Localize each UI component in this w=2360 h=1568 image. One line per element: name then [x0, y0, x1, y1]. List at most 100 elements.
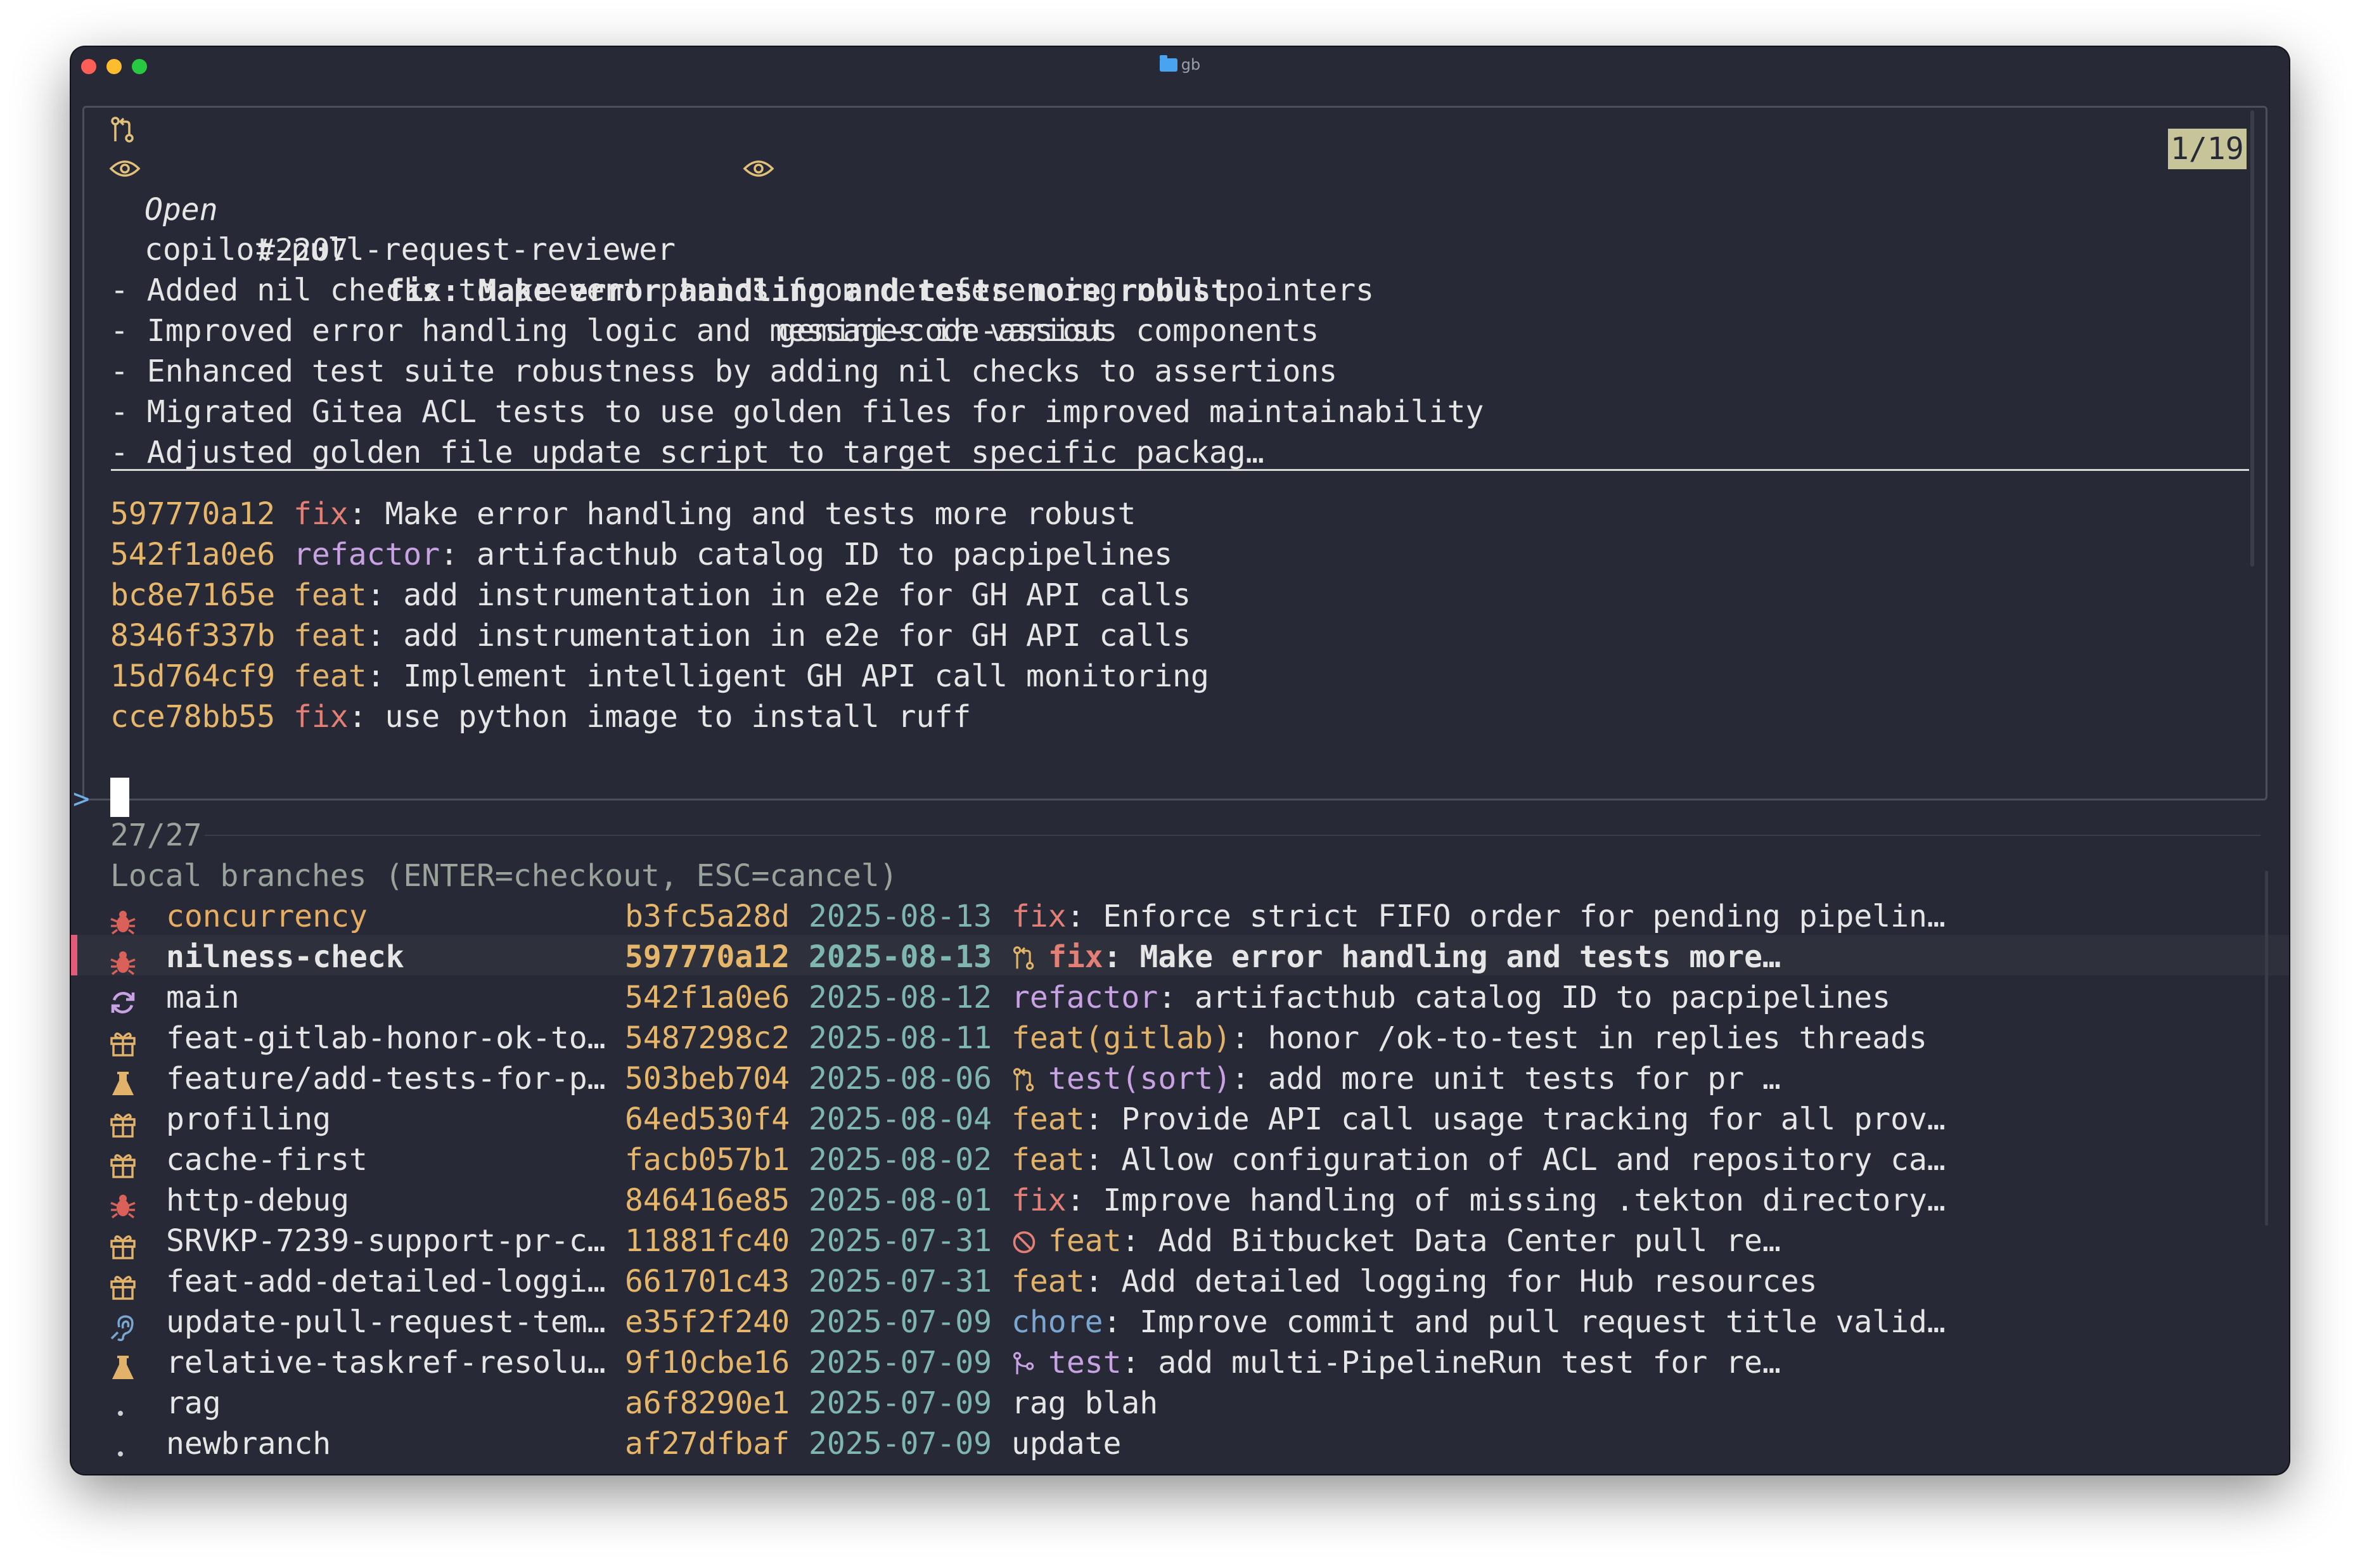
merged-icon	[1011, 1347, 1048, 1388]
branch-name: nilness-check	[166, 939, 404, 975]
bug-icon	[109, 905, 136, 935]
commit-hash: facb057b1	[625, 1142, 790, 1178]
branch-row[interactable]: feat-gitlab-honor-ok-to… 5487298c2 2025-08…	[71, 1018, 2251, 1058]
branch-name: feature/add-tests-for-p…	[166, 1061, 606, 1096]
branch-name: feat-add-detailed-loggi…	[166, 1264, 606, 1299]
branch-row[interactable]: nilness-check 597770a12 2025-08-13 fix: Mak…	[71, 937, 2251, 977]
branch-row[interactable]: rag a6f8290e1 2025-07-09 rag blah	[71, 1383, 2251, 1423]
commit-hash: 597770a12	[625, 939, 790, 975]
branch-row[interactable]: http-debug 846416e85 2025-08-01 fix: Improv…	[71, 1180, 2251, 1221]
commit-message: : Make error handling and tests more rob…	[348, 496, 1136, 532]
commit-line: 8346f337b feat: add instrumentation in e…	[110, 615, 1191, 656]
commit-message: : add instrumentation in e2e for GH API …	[366, 618, 1191, 653]
commit-date: 2025-07-09	[809, 1345, 992, 1380]
commit-hash: af27dfbaf	[625, 1426, 790, 1462]
branch-name: feat-gitlab-honor-ok-to…	[166, 1020, 606, 1056]
commit-type: chore	[1011, 1304, 1103, 1340]
commit-date: 2025-08-13	[809, 939, 992, 975]
commit-message: : Make error handling and tests more…	[1103, 939, 1781, 975]
commit-message: : artifacthub catalog ID to pacpipelines	[440, 537, 1173, 572]
commit-subject: rag blah	[1011, 1383, 1158, 1423]
branch-row[interactable]: feat-add-detailed-loggi… 661701c43 2025-07…	[71, 1261, 2251, 1302]
commit-type: feat	[1011, 1102, 1085, 1137]
eye-icon	[743, 160, 774, 177]
prompt-symbol: >	[73, 783, 90, 815]
commit-message: : honor /ok-to-test in replies threads	[1231, 1020, 1927, 1056]
branch-row[interactable]: profiling 64ed530f4 2025-08-04 feat: Provid…	[71, 1099, 2251, 1140]
eye-icon	[109, 160, 141, 177]
list-scrollbar[interactable]	[2265, 871, 2268, 1226]
flask-icon	[109, 1067, 134, 1095]
commit-date: 2025-08-12	[809, 980, 992, 1015]
commit-message: : add more unit tests for pr …	[1231, 1061, 1781, 1096]
branch-name: main	[166, 980, 240, 1015]
commit-subject: feat: Add Bitbucket Data Center pull re…	[1011, 1221, 1781, 1266]
branch-name: rag	[166, 1385, 221, 1421]
commit-date: 2025-07-09	[809, 1385, 992, 1421]
commit-hash: e35f2f240	[625, 1304, 790, 1340]
commit-hash: 661701c43	[625, 1264, 790, 1299]
commit-line: 15d764cf9 feat: Implement intelligent GH…	[110, 656, 1209, 697]
gift-icon	[109, 1148, 136, 1178]
branch-name: SRVKP-7239-support-pr-c…	[166, 1223, 606, 1259]
branch-row[interactable]: main 542f1a0e6 2025-08-12 refactor: artifac…	[71, 977, 2251, 1018]
commit-subject: feat: Provide API call usage tracking fo…	[1011, 1099, 1946, 1140]
preview-scrollbar[interactable]	[2250, 110, 2254, 567]
branch-row[interactable]: update-pull-request-tem… e35f2f240 2025-07…	[71, 1302, 2251, 1342]
closed-icon	[1011, 1226, 1048, 1266]
commit-message: : Enforce strict FIFO order for pending …	[1066, 899, 1946, 934]
folder-icon	[1159, 55, 1177, 72]
commit-subject: feat(gitlab): honor /ok-to-test in repli…	[1011, 1018, 1927, 1058]
commit-date: 2025-08-06	[809, 1061, 992, 1096]
ear-icon	[109, 1311, 134, 1342]
preview-counter: 1/19	[2168, 129, 2247, 169]
commit-line: bc8e7165e feat: add instrumentation in e…	[110, 575, 1191, 615]
commit-type: fix	[1048, 939, 1103, 975]
pr-header: Open #2207 fix: Make error handling and …	[109, 108, 1229, 309]
preview-divider	[111, 469, 2249, 471]
commit-message: rag blah	[1011, 1385, 1158, 1421]
commit-date: 2025-07-09	[809, 1426, 992, 1462]
commit-line: 542f1a0e6 refactor: artifacthub catalog …	[110, 534, 1172, 575]
commit-type: feat(gitlab)	[1011, 1020, 1231, 1056]
commit-hash: bc8e7165e	[110, 577, 276, 613]
branch-row[interactable]: cache-first facb057b1 2025-08-02 feat: Allo…	[71, 1140, 2251, 1180]
bug-icon	[109, 946, 136, 975]
pr-body-line: - Adjusted golden file update script to …	[110, 435, 1264, 470]
commit-hash: 11881fc40	[625, 1223, 790, 1259]
commit-type: feat	[1011, 1142, 1085, 1178]
commit-type: feat	[293, 659, 367, 694]
commit-hash: 64ed530f4	[625, 1102, 790, 1137]
reviewers-line: copilot-pull-request-reviewer gemini-cod…	[109, 148, 1108, 349]
pull-request-icon	[1011, 942, 1048, 982]
commit-message: : artifacthub catalog ID to pacpipelines	[1158, 980, 1891, 1015]
gift-icon	[109, 1230, 136, 1259]
bug-icon	[109, 1189, 136, 1219]
commit-type: fix	[293, 699, 349, 735]
branch-row[interactable]: relative-taskref-resolu… 9f10cbe16 2025-07…	[71, 1342, 2251, 1383]
branch-row[interactable]: feature/add-tests-for-p… 503beb704 2025-08…	[71, 1058, 2251, 1099]
refresh-icon	[109, 986, 135, 1013]
branch-row[interactable]: newbranch af27dfbaf 2025-07-09 update	[71, 1423, 2251, 1464]
search-input[interactable]	[110, 778, 129, 817]
branch-name: relative-taskref-resolu…	[166, 1345, 606, 1380]
branch-name: profiling	[166, 1102, 331, 1137]
gift-icon	[109, 1108, 136, 1138]
commit-hash: 542f1a0e6	[110, 537, 276, 572]
commit-type: refactor	[293, 537, 440, 572]
commit-date: 2025-08-11	[809, 1020, 992, 1056]
commit-date: 2025-07-31	[809, 1264, 992, 1299]
branch-row[interactable]: concurrency b3fc5a28d 2025-08-13 fix: Enfor…	[71, 896, 2251, 937]
commit-message: : add instrumentation in e2e for GH API …	[366, 577, 1191, 613]
branch-row[interactable]: SRVKP-7239-support-pr-c… 11881fc40 2025-07…	[71, 1221, 2251, 1261]
window-title: gb	[71, 55, 2289, 74]
commit-subject: update	[1011, 1423, 1121, 1464]
commit-date: 2025-08-13	[809, 899, 992, 934]
bullet-icon	[109, 1392, 134, 1417]
commit-hash: b3fc5a28d	[625, 899, 790, 934]
commit-type: test	[1048, 1345, 1122, 1380]
commit-hash: 9f10cbe16	[625, 1345, 790, 1380]
commit-type: fix	[293, 496, 349, 532]
commit-date: 2025-07-31	[809, 1223, 992, 1259]
commit-subject: feat: Add detailed logging for Hub resou…	[1011, 1261, 1818, 1302]
